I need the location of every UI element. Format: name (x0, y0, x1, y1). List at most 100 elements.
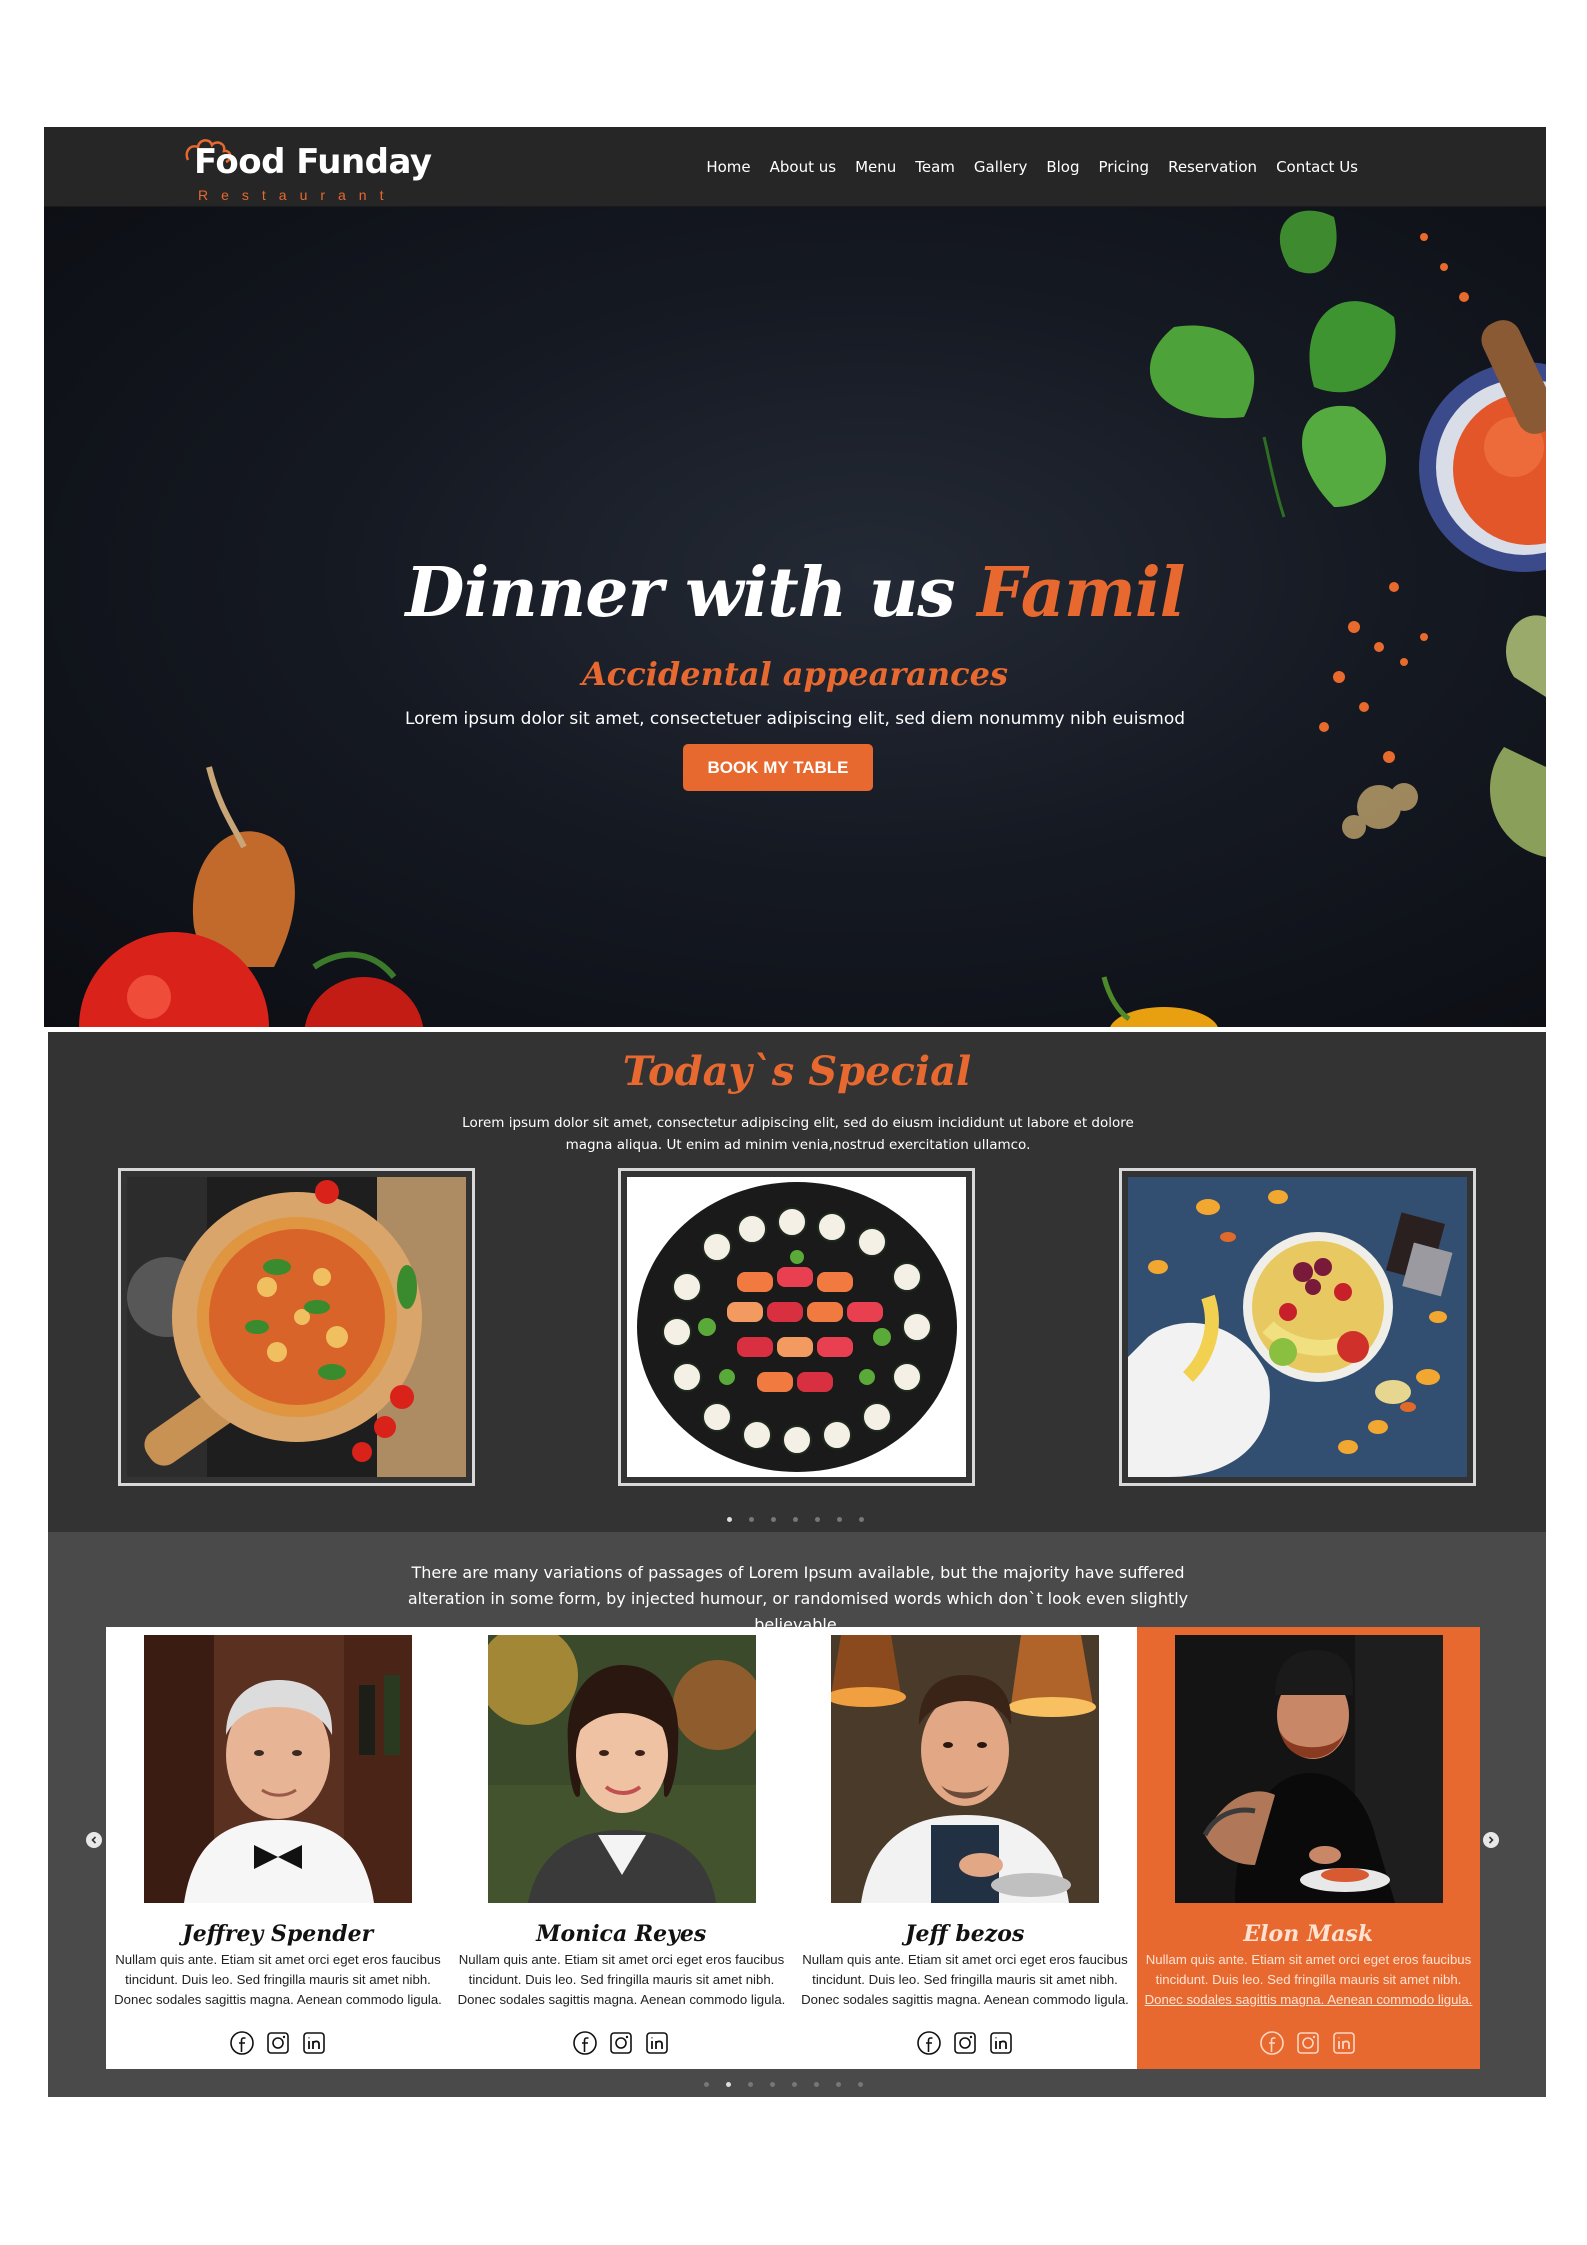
team-dot-5[interactable] (792, 2082, 797, 2087)
nav-contact-us[interactable]: Contact Us (1276, 158, 1358, 176)
team-card[interactable]: Monica Reyes Nullam quis ante. Etiam sit… (449, 1627, 793, 2069)
bio-line: Nullam quis ante. Etiam sit amet orci eg… (802, 1952, 1128, 1967)
special-title: Today`s Special (622, 1048, 972, 1095)
special-card-fruit[interactable] (1119, 1168, 1476, 1486)
bio-line: Donec sodales sagittis magna. Aenean com… (801, 1992, 1129, 2007)
team-prev-arrow[interactable] (86, 1832, 102, 1848)
hero-title-accent: Famil (977, 553, 1185, 633)
special-dot-6[interactable] (837, 1517, 842, 1522)
logo-main-text: Food Funday (194, 142, 432, 182)
linkedin-icon[interactable] (1331, 2030, 1357, 2056)
bio-line: Donec sodales sagittis magna. Aenean com… (457, 1992, 786, 2007)
chevron-left-icon (91, 1836, 97, 1844)
team-carousel: Jeffrey Spender Nullam quis ante. Etiam … (106, 1627, 1480, 2069)
facebook-icon[interactable] (1259, 2030, 1285, 2056)
linkedin-icon[interactable] (988, 2030, 1014, 2056)
nav-blog[interactable]: Blog (1046, 158, 1079, 176)
hero-subtitle: Accidental appearances (581, 655, 1009, 693)
monica-reyes-photo (487, 1635, 756, 1903)
instagram-icon[interactable] (1295, 2030, 1321, 2056)
social-links (1137, 2030, 1481, 2056)
team-member-bio: Nullam quis ante. Etiam sit amet orci eg… (799, 1950, 1131, 2010)
team-next-arrow[interactable] (1483, 1832, 1499, 1848)
book-my-table-button[interactable]: BOOK MY TABLE (683, 744, 873, 791)
team-dot-3[interactable] (748, 2082, 753, 2087)
team-dot-4[interactable] (770, 2082, 775, 2087)
special-card-sushi[interactable] (618, 1168, 975, 1486)
linkedin-icon[interactable] (301, 2030, 327, 2056)
hero-title-white: Dinner with us (405, 553, 978, 633)
fruit-bowl-image (1128, 1177, 1467, 1477)
hero-title: Dinner with us Famil (44, 553, 1546, 633)
bio-line: Nullam quis ante. Etiam sit amet orci eg… (115, 1952, 441, 1967)
hero-banner: Dinner with us Famil Accidental appearan… (44, 207, 1546, 1027)
logo[interactable]: Food Funday Restaurant (184, 134, 432, 203)
site-header: Food Funday Restaurant Home About us Men… (44, 127, 1546, 207)
linkedin-icon[interactable] (644, 2030, 670, 2056)
team-dot-1[interactable] (704, 2082, 709, 2087)
team-dot-6[interactable] (814, 2082, 819, 2087)
nav-pricing[interactable]: Pricing (1099, 158, 1150, 176)
social-links (106, 2030, 450, 2056)
special-carousel-dots (727, 1517, 864, 1522)
team-member-bio: Nullam quis ante. Etiam sit amet orci eg… (112, 1950, 444, 2010)
team-section: There are many variations of passages of… (48, 1532, 1546, 2097)
facebook-icon[interactable] (572, 2030, 598, 2056)
facebook-icon[interactable] (916, 2030, 942, 2056)
chevron-right-icon (1488, 1836, 1494, 1844)
team-card[interactable]: Jeffrey Spender Nullam quis ante. Etiam … (106, 1627, 450, 2069)
special-dot-7[interactable] (859, 1517, 864, 1522)
bio-line: tincidunt. Duis leo. Sed fringilla mauri… (125, 1972, 431, 1987)
special-card-pizza[interactable] (118, 1168, 475, 1486)
hero-description: Lorem ipsum dolor sit amet, consectetuer… (404, 709, 1186, 729)
nav-home[interactable]: Home (706, 158, 750, 176)
team-carousel-dots (704, 2082, 863, 2087)
team-dot-7[interactable] (836, 2082, 841, 2087)
facebook-icon[interactable] (229, 2030, 255, 2056)
social-links (793, 2030, 1137, 2056)
bio-line: tincidunt. Duis leo. Sed fringilla mauri… (468, 1972, 775, 1987)
todays-special-section: Today`s Special Lorem ipsum dolor sit am… (48, 1032, 1546, 1532)
nav-gallery[interactable]: Gallery (974, 158, 1027, 176)
pizza-image (127, 1177, 466, 1477)
main-nav: Home About us Menu Team Gallery Blog Pri… (687, 127, 1358, 207)
team-member-bio: Nullam quis ante. Etiam sit amet orci eg… (1143, 1950, 1475, 2010)
elon-mask-photo (1174, 1635, 1443, 1903)
team-dot-2[interactable] (726, 2082, 731, 2087)
special-dot-1[interactable] (727, 1517, 732, 1522)
jeffrey-spender-photo (144, 1635, 412, 1903)
yellow-pepper (1101, 976, 1218, 1027)
team-card[interactable]: Jeff bezos Nullam quis ante. Etiam sit a… (793, 1627, 1137, 2069)
team-card-highlighted[interactable]: Elon Mask Nullam quis ante. Etiam sit am… (1136, 1627, 1481, 2069)
team-dot-8[interactable] (858, 2082, 863, 2087)
team-member-name: Jeff bezos (905, 1921, 1025, 1947)
team-photo (144, 1635, 412, 1903)
special-dot-4[interactable] (793, 1517, 798, 1522)
sushi-platter-image (627, 1177, 966, 1477)
instagram-icon[interactable] (265, 2030, 291, 2056)
logo-sub-text: Restaurant (198, 187, 397, 203)
team-member-name: Monica Reyes (536, 1921, 707, 1947)
onion-and-tomatoes (79, 766, 424, 1027)
bio-line: Donec sodales sagittis magna. Aenean com… (1144, 1992, 1473, 2007)
bio-line: Donec sodales sagittis magna. Aenean com… (114, 1992, 442, 2007)
team-member-name: Elon Mask (1243, 1921, 1374, 1947)
nav-about-us[interactable]: About us (770, 158, 836, 176)
instagram-icon[interactable] (608, 2030, 634, 2056)
jeff-bezos-photo (831, 1635, 1099, 1903)
nav-reservation[interactable]: Reservation (1168, 158, 1257, 176)
bio-line: Nullam quis ante. Etiam sit amet orci eg… (458, 1952, 785, 1967)
special-dot-5[interactable] (815, 1517, 820, 1522)
instagram-icon[interactable] (952, 2030, 978, 2056)
team-photo (1174, 1635, 1443, 1903)
nav-team[interactable]: Team (915, 158, 955, 176)
spice-dust (1342, 783, 1418, 839)
dry-leaves (1489, 615, 1546, 857)
team-photo (487, 1635, 756, 1903)
special-dot-2[interactable] (749, 1517, 754, 1522)
special-dot-3[interactable] (771, 1517, 776, 1522)
nav-menu[interactable]: Menu (855, 158, 896, 176)
bio-line: Nullam quis ante. Etiam sit amet orci eg… (1145, 1952, 1472, 1967)
basil-leaves (1149, 210, 1396, 518)
special-description: Lorem ipsum dolor sit amet, consectetur … (462, 1115, 1134, 1153)
